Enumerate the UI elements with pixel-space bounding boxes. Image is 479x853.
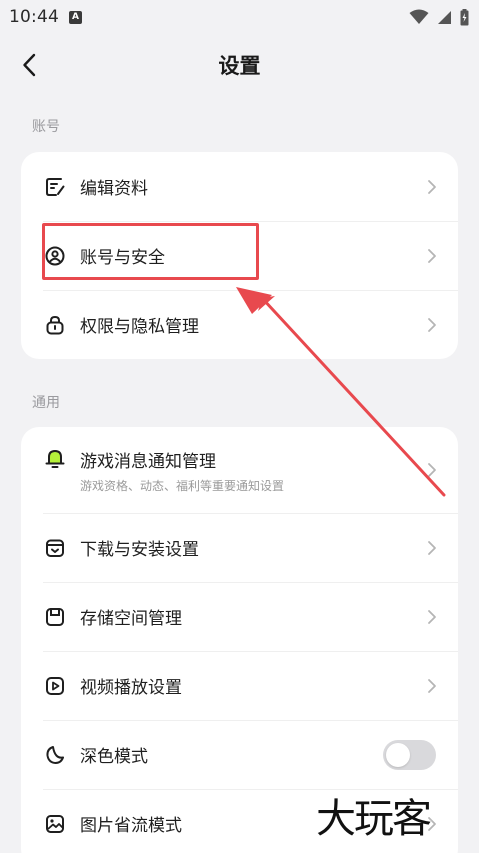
watermark-logo: 大玩客: [316, 796, 432, 842]
image-icon: [43, 812, 67, 836]
section-label-general: 通用: [32, 395, 60, 411]
settings-item-subtitle: 游戏资格、动态、福利等重要通知设置: [80, 478, 285, 493]
status-time: 10:44: [9, 7, 59, 27]
edit-profile-icon: [43, 175, 67, 199]
settings-item-edit-profile[interactable]: 编辑资料: [21, 152, 458, 221]
settings-item-storage[interactable]: 存储空间管理: [21, 582, 458, 651]
battery-icon: [460, 8, 469, 25]
chevron-right-icon: [428, 463, 436, 477]
settings-item-privacy[interactable]: 权限与隐私管理: [21, 290, 458, 359]
moon-icon: [43, 743, 67, 767]
settings-item-label: 账号与安全: [80, 248, 165, 268]
nav-bar: 设置: [0, 34, 479, 94]
toggle-knob: [386, 742, 410, 767]
chevron-right-icon: [428, 540, 436, 555]
settings-item-label: 权限与隐私管理: [80, 317, 199, 337]
settings-item-dark-mode: 深色模式: [21, 720, 458, 789]
account-card: 编辑资料 账号与安全 权限与隐私管理: [21, 152, 458, 359]
chevron-right-icon: [428, 317, 436, 332]
settings-item-label: 下载与安装设置: [80, 540, 199, 560]
settings-item-label: 深色模式: [80, 747, 148, 767]
privacy-lock-icon: [43, 313, 67, 337]
signal-icon: [438, 10, 451, 24]
settings-item-game-notifications[interactable]: 游戏消息通知管理 游戏资格、动态、福利等重要通知设置: [21, 427, 458, 513]
video-play-icon: [43, 674, 67, 698]
settings-item-video-playback[interactable]: 视频播放设置: [21, 651, 458, 720]
settings-item-label: 图片省流模式: [80, 816, 182, 836]
dark-mode-toggle[interactable]: [383, 739, 436, 770]
chevron-right-icon: [428, 248, 436, 263]
page-title: 设置: [218, 54, 261, 78]
status-bar: 10:44 A: [0, 0, 479, 34]
wifi-icon: [409, 9, 429, 24]
settings-item-label: 编辑资料: [80, 179, 148, 199]
settings-item-download-install[interactable]: 下载与安装设置: [21, 513, 458, 582]
chevron-right-icon: [428, 609, 436, 624]
status-right: [409, 8, 469, 26]
chevron-right-icon: [428, 678, 436, 693]
storage-icon: [43, 605, 67, 629]
settings-item-account-security[interactable]: 账号与安全: [21, 221, 458, 290]
notification-badge-icon: A: [69, 10, 82, 24]
settings-item-label: 视频播放设置: [80, 678, 182, 698]
account-security-icon: [43, 244, 67, 268]
settings-item-label: 游戏消息通知管理: [80, 451, 216, 472]
section-label-account: 账号: [32, 119, 60, 135]
download-box-icon: [43, 536, 67, 560]
chevron-right-icon: [428, 179, 436, 194]
bell-icon: [43, 447, 67, 471]
settings-item-label: 存储空间管理: [80, 609, 182, 629]
